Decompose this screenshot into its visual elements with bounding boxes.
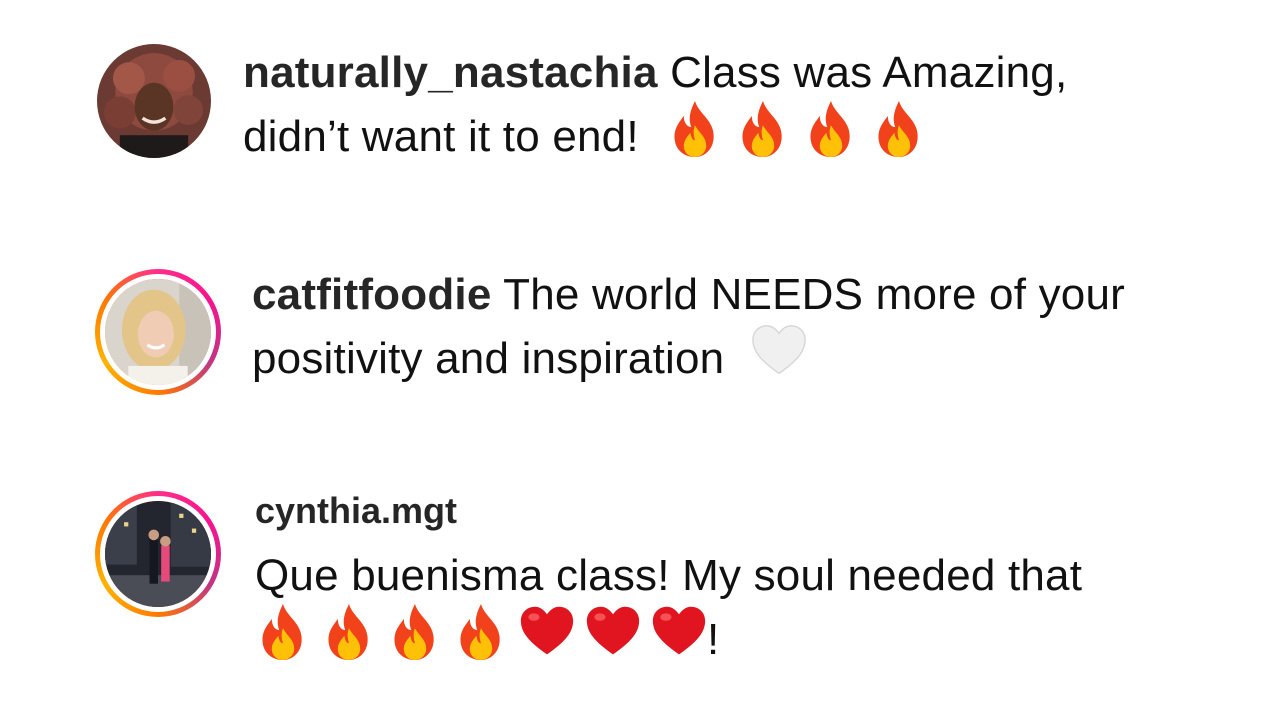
comment-text: catfitfoodie The world NEEDS more of you…: [252, 268, 1125, 385]
comment-username[interactable]: naturally_nastachia: [243, 48, 658, 97]
comment-username[interactable]: catfitfoodie: [252, 270, 492, 319]
comment-username[interactable]: cynthia.mgt: [255, 490, 457, 532]
emoji-row: [751, 321, 807, 381]
comment-suffix: !: [707, 615, 720, 664]
fire-icon: [803, 99, 859, 159]
comment-body-line1: The world NEEDS more of your: [503, 270, 1125, 319]
comment-body-line2: positivity and inspiration: [252, 334, 725, 383]
avatar[interactable]: [97, 44, 211, 158]
comment-body-line1: Que buenisma class! My soul needed that: [255, 551, 1083, 600]
fire-icon: [667, 99, 723, 159]
fire-icon: [387, 602, 443, 662]
avatar-story-ring[interactable]: [95, 269, 221, 395]
comment-body-line2: didn’t want it to end!: [243, 112, 639, 161]
profile-photo: [97, 44, 211, 158]
comment-body-line1: Class was Amazing,: [670, 48, 1068, 97]
fire-icon: [735, 99, 791, 159]
fire-icon: [453, 602, 509, 662]
fire-icon: [255, 602, 311, 662]
profile-photo: [105, 501, 211, 607]
white-heart-icon: [751, 321, 807, 381]
red-heart-icon: [651, 602, 707, 662]
emoji-row: [255, 602, 707, 662]
comment-text: naturally_nastachia Class was Amazing, d…: [243, 46, 1067, 163]
red-heart-icon: [519, 602, 575, 662]
avatar-story-ring[interactable]: [95, 491, 221, 617]
emoji-row: [667, 99, 927, 159]
comment-text: Que buenisma class! My soul needed that …: [255, 549, 1082, 666]
red-heart-icon: [585, 602, 641, 662]
fire-icon: [321, 602, 377, 662]
profile-photo: [105, 279, 211, 385]
fire-icon: [871, 99, 927, 159]
